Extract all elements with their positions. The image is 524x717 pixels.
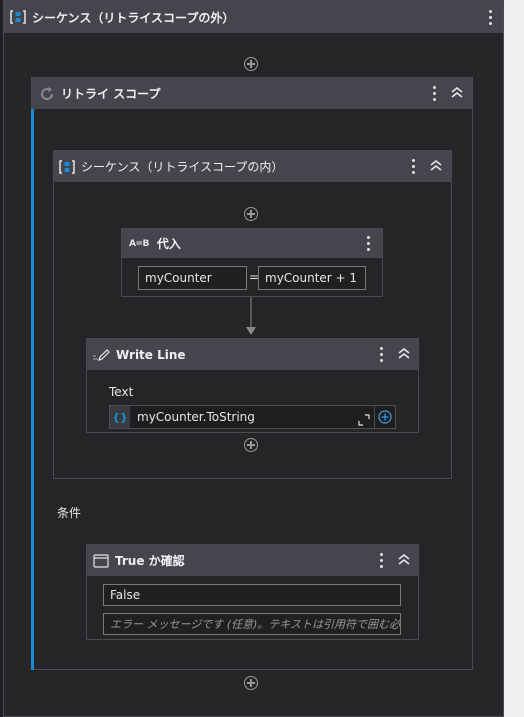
check-true-activity[interactable]: True か確認 False エラー メッセージです (任意)。テキストは引用符… xyxy=(86,544,419,640)
outer-sequence-header[interactable]: シーケンス（リトライスコープの外） xyxy=(4,1,503,33)
inner-sequence-title: シーケンス（リトライスコープの内） xyxy=(81,160,284,174)
add-activity-icon[interactable] xyxy=(244,676,258,690)
check-true-collapse-icon[interactable] xyxy=(396,551,412,569)
sequence-icon xyxy=(10,9,26,25)
outer-sequence-title: シーケンス（リトライスコープの外） xyxy=(32,10,235,25)
add-activity-icon[interactable] xyxy=(244,438,258,452)
assign-to-field[interactable]: myCounter xyxy=(138,266,247,290)
sequence-icon xyxy=(59,159,75,175)
retry-scope-title: リトライ スコープ xyxy=(61,87,161,101)
retry-scope-header[interactable]: リトライ スコープ xyxy=(32,78,472,109)
add-variable-plus-icon[interactable] xyxy=(374,405,396,429)
write-line-activity[interactable]: Write Line Text {} myCounter.ToString xyxy=(86,338,419,433)
pencil-icon xyxy=(92,347,110,363)
write-line-collapse-icon[interactable] xyxy=(396,345,412,363)
write-line-title: Write Line xyxy=(116,347,186,362)
retry-scope-accent-bar xyxy=(31,109,34,670)
expression-editor-icon[interactable]: {} xyxy=(110,406,130,428)
check-true-header[interactable]: True か確認 xyxy=(87,545,418,576)
assign-header[interactable]: A=B 代入 xyxy=(122,229,382,258)
retry-icon xyxy=(39,86,55,102)
expression-field[interactable]: False xyxy=(103,584,401,606)
assign-title: 代入 xyxy=(156,237,181,251)
add-activity-icon[interactable] xyxy=(244,57,258,71)
outer-sequence-menu-icon[interactable] xyxy=(483,7,497,27)
check-true-title: True か確認 xyxy=(115,554,185,568)
text-property-field[interactable]: {} myCounter.ToString xyxy=(109,405,395,429)
error-message-field[interactable]: エラー メッセージです (任意)。テキストは引用符で囲む必要があります。 xyxy=(103,613,401,635)
inner-sequence-header[interactable]: シーケンス（リトライスコープの内） xyxy=(54,151,451,182)
retry-scope-menu-icon[interactable] xyxy=(427,83,441,103)
right-scrollbar-track[interactable] xyxy=(504,0,524,717)
inner-sequence-collapse-icon[interactable] xyxy=(428,157,444,175)
check-true-menu-icon[interactable] xyxy=(374,550,388,570)
assign-icon: A=B xyxy=(129,238,149,249)
write-line-header[interactable]: Write Line xyxy=(87,339,418,370)
assign-value-field[interactable]: myCounter + 1 xyxy=(258,266,366,290)
text-property-label: Text xyxy=(109,385,134,399)
flow-connector-arrow xyxy=(245,297,257,337)
assign-activity[interactable]: A=B 代入 myCounter = myCounter + 1 xyxy=(121,228,383,297)
text-expression-value[interactable]: myCounter.ToString xyxy=(137,410,255,424)
expand-icon[interactable] xyxy=(358,411,370,426)
inner-sequence-menu-icon[interactable] xyxy=(406,156,420,176)
write-line-menu-icon[interactable] xyxy=(374,344,388,364)
check-true-icon xyxy=(93,553,109,568)
assign-menu-icon[interactable] xyxy=(361,233,375,253)
add-activity-icon[interactable] xyxy=(244,207,258,221)
condition-label: 条件 xyxy=(57,506,82,520)
retry-scope-collapse-icon[interactable] xyxy=(449,84,465,102)
